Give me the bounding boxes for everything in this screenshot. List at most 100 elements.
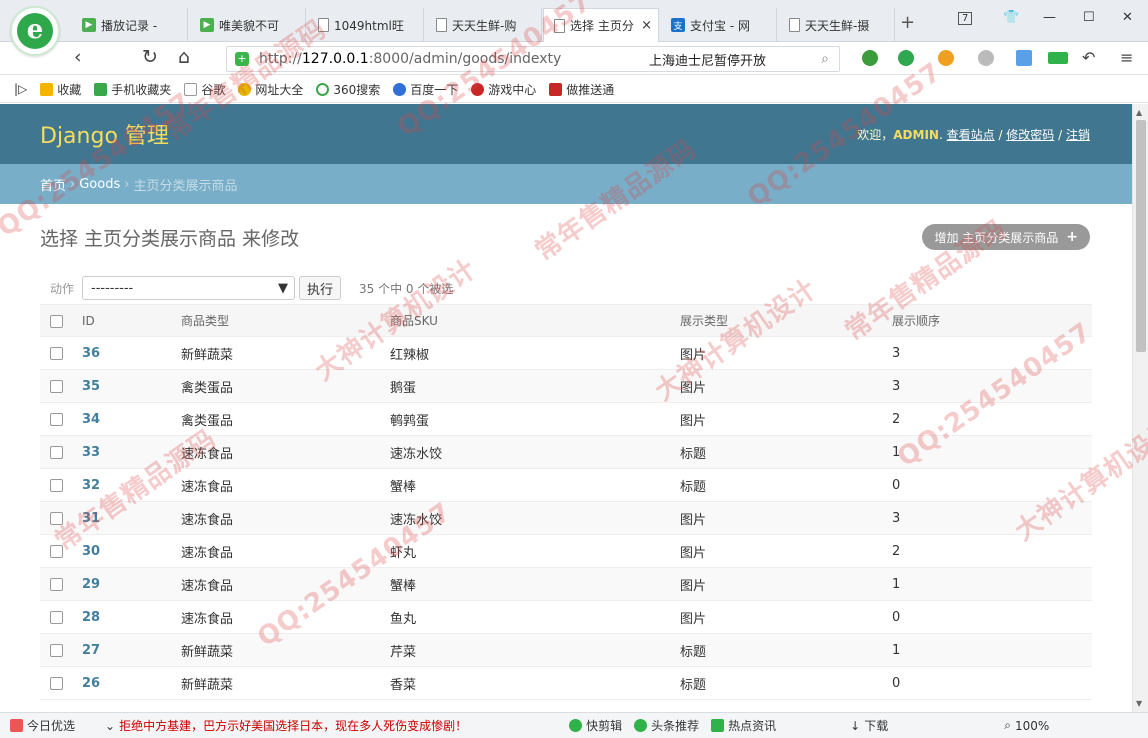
row-id-link[interactable]: 27 [82, 643, 100, 658]
table-row[interactable]: 34 禽类蛋品 鹌鹑蛋 图片 2 [40, 402, 1092, 436]
scroll-up-icon[interactable]: ▲ [1136, 108, 1142, 117]
scroll-down-icon[interactable]: ▼ [1136, 699, 1142, 708]
row-id-link[interactable]: 29 [82, 577, 100, 592]
browser-tab[interactable]: ▶ 播放记录 - [72, 8, 188, 42]
shirt-icon[interactable]: 👕 [1003, 10, 1019, 25]
select-all-checkbox[interactable] [50, 314, 63, 328]
table-row[interactable]: 36 新鲜蔬菜 红辣椒 图片 3 [40, 336, 1092, 370]
address-news-ticker[interactable]: 上海迪士尼暂停开放 [649, 50, 766, 69]
row-checkbox[interactable] [50, 478, 63, 492]
bookmark-item[interactable]: 360搜索 [316, 81, 380, 98]
view-site-link[interactable]: 查看站点 [947, 128, 995, 142]
site-branding[interactable]: Django 管理 [40, 118, 169, 150]
table-row[interactable]: 33 速冻食品 速冻水饺 标题 1 [40, 435, 1092, 469]
browser-tab[interactable]: 1049html旺 [308, 8, 424, 42]
bookmark-item[interactable]: 谷歌 [184, 81, 225, 98]
row-id-link[interactable]: 26 [82, 676, 100, 691]
id-cell: 31 [82, 501, 181, 535]
table-row[interactable]: 28 速冻食品 鱼丸 图片 0 [40, 600, 1092, 634]
row-checkbox[interactable] [50, 577, 63, 591]
column-header[interactable]: 商品SKU [390, 304, 680, 337]
table-row[interactable]: 26 新鲜蔬菜 香菜 标题 0 [40, 666, 1092, 700]
search-icon[interactable]: ⌕ [821, 51, 829, 67]
row-checkbox[interactable] [50, 544, 63, 558]
zoom-level[interactable]: ⌕ 100% [1004, 718, 1049, 733]
change-password-link[interactable]: 修改密码 [1006, 128, 1054, 142]
page-scrollbar[interactable]: ▲ ▼ [1132, 104, 1148, 712]
tab-count-badge[interactable]: 7 [958, 12, 973, 25]
scroll-thumb[interactable] [1136, 120, 1146, 352]
browser-tab[interactable]: 天天生鲜-摄 [779, 8, 895, 42]
table-row[interactable]: 30 速冻食品 虾丸 图片 2 [40, 534, 1092, 568]
new-tab-icon[interactable]: + [900, 12, 915, 33]
row-checkbox[interactable] [50, 676, 63, 690]
browser-tab[interactable]: ▶ 唯美貌不可 [190, 8, 306, 42]
minimize-icon[interactable]: — [1043, 10, 1056, 25]
table-row[interactable]: 29 速冻食品 蟹棒 图片 1 [40, 567, 1092, 601]
run-action-button[interactable]: 执行 [299, 276, 342, 300]
row-id-link[interactable]: 28 [82, 610, 100, 625]
browser-tab[interactable]: 支 支付宝 - 网 [661, 8, 777, 42]
menu-icon[interactable]: ≡ [1120, 48, 1133, 67]
status-item[interactable]: 头条推荐 [634, 717, 699, 734]
column-header[interactable]: 商品类型 [181, 304, 390, 337]
row-checkbox[interactable] [50, 610, 63, 624]
column-header[interactable]: ID [82, 304, 181, 337]
breadcrumb-app[interactable]: Goods [79, 177, 120, 192]
close-tab-icon[interactable]: × [641, 18, 652, 33]
coupon-icon[interactable] [938, 50, 954, 66]
status-item[interactable]: ↓ 下载 [850, 717, 888, 734]
bookmark-item[interactable]: 游戏中心 [471, 81, 536, 98]
battery-icon[interactable] [1048, 52, 1068, 64]
bookmark-item[interactable]: 做推送通 [549, 81, 614, 98]
bookmark-item[interactable]: 收藏 [40, 81, 81, 98]
row-id-link[interactable]: 32 [82, 478, 100, 493]
action-select[interactable]: --------- ▼ [82, 276, 296, 300]
table-row[interactable]: 35 禽类蛋品 鹅蛋 图片 3 [40, 369, 1092, 403]
row-checkbox[interactable] [50, 445, 63, 459]
column-header[interactable]: 展示类型 [680, 304, 892, 337]
back-icon[interactable]: ‹ [74, 46, 82, 68]
browser-tab-active[interactable]: 选择 主页分 × [543, 8, 659, 42]
bookmark-item[interactable]: 网址大全 [238, 81, 303, 98]
status-item[interactable]: 快剪辑 [569, 717, 622, 734]
breadcrumb: 首页 › Goods › 主页分类展示商品 [0, 164, 1132, 204]
row-checkbox[interactable] [50, 379, 63, 393]
breadcrumb-home[interactable]: 首页 [40, 175, 66, 194]
close-window-icon[interactable]: ✕ [1122, 10, 1133, 25]
sidebar-toggle-icon[interactable]: |▷ [14, 82, 27, 96]
table-row[interactable]: 27 新鲜蔬菜 芹菜 标题 1 [40, 633, 1092, 667]
row-checkbox[interactable] [50, 412, 63, 426]
row-id-link[interactable]: 31 [82, 511, 100, 526]
row-id-link[interactable]: 33 [82, 445, 100, 460]
row-checkbox[interactable] [50, 346, 63, 360]
maximize-icon[interactable]: ☐ [1083, 10, 1095, 25]
row-id-link[interactable]: 35 [82, 379, 100, 394]
row-id-link[interactable]: 36 [82, 346, 100, 361]
logout-link[interactable]: 注销 [1066, 128, 1090, 142]
bookmark-item[interactable]: 百度一下 [393, 81, 458, 98]
column-header[interactable]: 展示顺序 [892, 304, 1092, 337]
bookmark-item[interactable]: 手机收藏夹 [94, 81, 171, 98]
game-icon[interactable] [978, 50, 994, 66]
row-checkbox[interactable] [50, 643, 63, 657]
table-row[interactable]: 31 速冻食品 速冻水饺 图片 3 [40, 501, 1092, 535]
translate-icon[interactable] [898, 50, 914, 66]
url-input[interactable]: + http://127.0.0.1:8000/admin/goods/inde… [226, 46, 840, 72]
home-icon[interactable]: ⌂ [178, 46, 190, 68]
status-item[interactable]: 热点资讯 [711, 717, 776, 734]
display-type-cell: 图片 [680, 501, 892, 535]
row-id-link[interactable]: 34 [82, 412, 100, 427]
row-checkbox[interactable] [50, 511, 63, 525]
table-row[interactable]: 32 速冻食品 蟹棒 标题 0 [40, 468, 1092, 502]
browser-tab[interactable]: 天天生鲜-购 [426, 8, 542, 42]
add-item-button[interactable]: 增加 主页分类展示商品 + [922, 224, 1090, 250]
row-id-link[interactable]: 30 [82, 544, 100, 559]
scissors-icon[interactable] [862, 50, 878, 66]
news-headline[interactable]: ⌄ 拒绝中方基建，巴方示好美国选择日本，现在多人死伤变成惨剧！ [105, 717, 467, 734]
today-picks[interactable]: 今日优选 [10, 717, 75, 734]
undo-icon[interactable]: ↶ [1082, 48, 1095, 67]
browser-logo-icon[interactable]: e [10, 6, 60, 56]
apps-icon[interactable] [1016, 50, 1032, 66]
refresh-icon[interactable]: ↻ [142, 46, 158, 68]
